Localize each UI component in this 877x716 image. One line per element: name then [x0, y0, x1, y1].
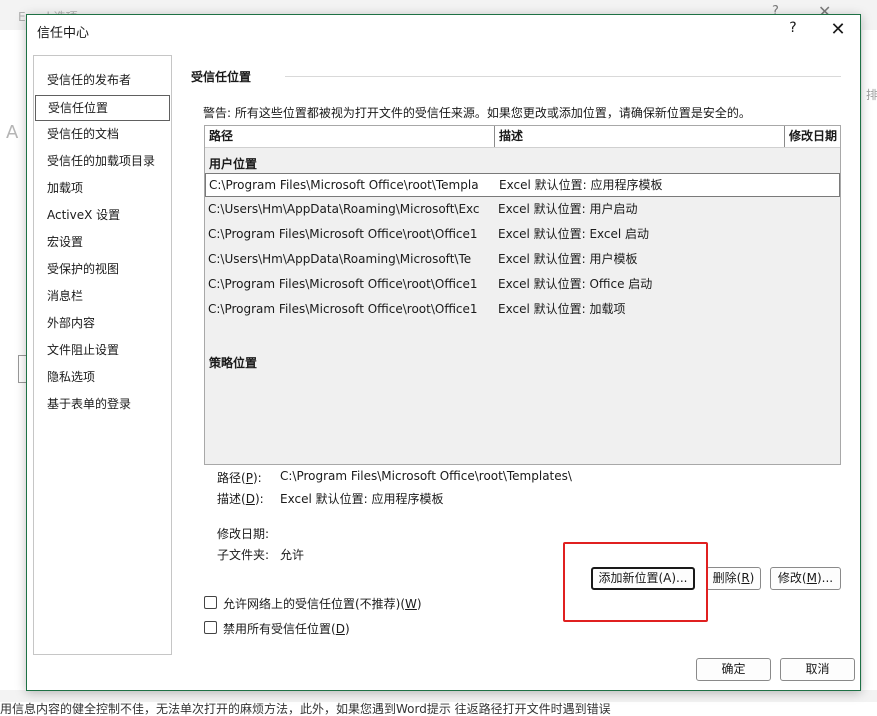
detail-modified-label: 修改日期:: [217, 527, 270, 541]
cancel-button[interactable]: 取消: [780, 658, 855, 681]
table-row[interactable]: C:\Program Files\Microsoft Office\root\O…: [205, 298, 840, 322]
row-path: C:\Program Files\Microsoft Office\root\O…: [208, 227, 478, 241]
background-right-text: 排: [866, 88, 877, 102]
nav-item[interactable]: 基于表单的登录: [35, 392, 170, 418]
nav-item[interactable]: 受信任的发布者: [35, 68, 170, 94]
allow-network-label: 允许网络上的受信任位置(不推荐)(W): [223, 597, 422, 611]
nav-item[interactable]: 受信任的文档: [35, 122, 170, 148]
section-divider: [285, 76, 841, 77]
nav-item[interactable]: 受信任位置: [35, 95, 170, 121]
red-highlight-annotation: [563, 542, 708, 622]
detail-description-label: 描述(D):: [217, 492, 264, 506]
category-nav: 受信任的发布者 受信任位置 受信任的文档 受信任的加载项目录 加载项 ActiveX 设置…: [33, 55, 172, 655]
warning-text: 警告: 所有这些位置都被视为打开文件的受信任来源。如果您更改或添加位置，请确保新…: [203, 106, 751, 120]
nav-item[interactable]: 文件阻止设置: [35, 338, 170, 364]
table-row[interactable]: C:\Program Files\Microsoft Office\root\O…: [205, 223, 840, 247]
detail-path-label: 路径(P):: [217, 471, 262, 485]
row-description: Excel 默认位置: 加载项: [498, 302, 626, 316]
table-row[interactable]: C:\Program Files\Microsoft Office\root\T…: [205, 173, 840, 197]
detail-subfolders-label: 子文件夹:: [217, 548, 270, 562]
nav-item[interactable]: ActiveX 设置: [35, 203, 170, 229]
nav-item[interactable]: 受保护的视图: [35, 257, 170, 283]
disable-all-label: 禁用所有受信任位置(D): [223, 622, 350, 636]
help-icon[interactable]: ?: [783, 20, 803, 40]
row-description: Excel 默认位置: 应用程序模板: [499, 178, 663, 192]
row-description: Excel 默认位置: Excel 启动: [498, 227, 650, 241]
row-path: C:\Program Files\Microsoft Office\root\O…: [208, 277, 478, 291]
row-path: C:\Users\Hm\AppData\Roaming\Microsoft\Ex…: [208, 202, 480, 216]
background-left-glyph: A: [6, 122, 19, 143]
row-path: C:\Program Files\Microsoft Office\root\T…: [209, 178, 479, 192]
row-description: Excel 默认位置: 用户启动: [498, 202, 638, 216]
trusted-locations-list[interactable]: 路径 描述 修改日期 用户位置 C:\Program Files\Microso…: [204, 125, 841, 465]
column-header-modified[interactable]: 修改日期: [785, 126, 840, 147]
ok-button[interactable]: 确定: [696, 658, 771, 681]
nav-item[interactable]: 外部内容: [35, 311, 170, 337]
dialog-title: 信任中心: [37, 26, 90, 41]
nav-item[interactable]: 消息栏: [35, 284, 170, 310]
nav-item[interactable]: 宏设置: [35, 230, 170, 256]
row-path: C:\Program Files\Microsoft Office\root\O…: [208, 302, 478, 316]
modify-button[interactable]: 修改(M)...: [770, 567, 841, 590]
background-right-strip: [862, 30, 877, 690]
detail-description-value: Excel 默认位置: 应用程序模板: [280, 492, 444, 506]
column-header-description[interactable]: 描述: [495, 126, 785, 147]
list-header: 路径 描述 修改日期: [205, 126, 840, 148]
table-row[interactable]: C:\Program Files\Microsoft Office\root\O…: [205, 273, 840, 297]
close-icon[interactable]: ✕: [826, 18, 850, 42]
nav-item[interactable]: 受信任的加载项目录: [35, 149, 170, 175]
row-description: Excel 默认位置: 用户模板: [498, 252, 638, 266]
allow-network-checkbox-box[interactable]: [204, 596, 217, 609]
row-path: C:\Users\Hm\AppData\Roaming\Microsoft\Te: [208, 252, 472, 266]
nav-item[interactable]: 隐私选项: [35, 365, 170, 391]
section-title: 受信任位置: [191, 70, 252, 84]
trust-center-dialog: 信任中心 ? ✕ 受信任的发布者 受信任位置 受信任的文档 受信任的加载项目录 加载项 A…: [26, 14, 861, 691]
detail-subfolders-value: 允许: [280, 548, 305, 562]
background-left-box: [18, 355, 26, 383]
nav-item[interactable]: 加载项: [35, 176, 170, 202]
group-label-policy: 策略位置: [209, 356, 258, 370]
row-description: Excel 默认位置: Office 启动: [498, 277, 653, 291]
detail-path-value: C:\Program Files\Microsoft Office\root\T…: [280, 469, 572, 483]
disable-all-checkbox-box[interactable]: [204, 621, 217, 634]
column-header-path[interactable]: 路径: [205, 126, 495, 147]
table-row[interactable]: C:\Users\Hm\AppData\Roaming\Microsoft\Te…: [205, 248, 840, 272]
table-row[interactable]: C:\Users\Hm\AppData\Roaming\Microsoft\Ex…: [205, 198, 840, 222]
background-bottom-text: 用信息内容的健全控制不佳，无法单次打开的麻烦方法，此外，如果您遇到Word提示 …: [0, 702, 877, 716]
group-label-user: 用户位置: [209, 157, 258, 171]
remove-button[interactable]: 删除(R): [706, 567, 761, 590]
